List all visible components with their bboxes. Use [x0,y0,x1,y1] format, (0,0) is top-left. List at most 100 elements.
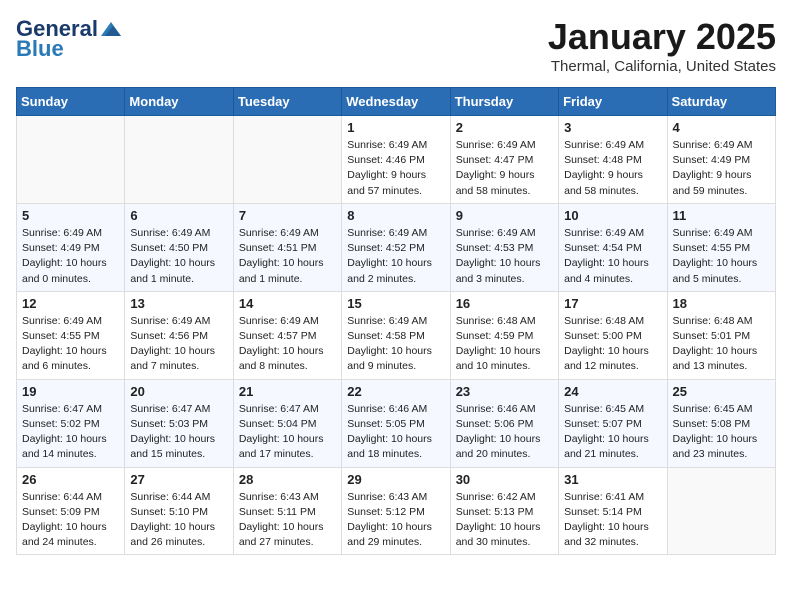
day-info: Sunrise: 6:48 AMSunset: 5:01 PMDaylight:… [673,314,770,375]
weekday-header-thursday: Thursday [450,88,558,116]
calendar-cell: 27 Sunrise: 6:44 AMSunset: 5:10 PMDayligh… [125,467,233,555]
calendar-cell: 17 Sunrise: 6:48 AMSunset: 5:00 PMDayligh… [559,291,667,379]
day-info: Sunrise: 6:46 AMSunset: 5:06 PMDaylight:… [456,402,553,463]
day-info: Sunrise: 6:49 AMSunset: 4:57 PMDaylight:… [239,314,336,375]
location: Thermal, California, United States [548,58,776,75]
calendar-cell: 28 Sunrise: 6:43 AMSunset: 5:11 PMDayligh… [233,467,341,555]
calendar-cell: 2 Sunrise: 6:49 AMSunset: 4:47 PMDaylight… [450,116,558,204]
calendar-cell: 3 Sunrise: 6:49 AMSunset: 4:48 PMDaylight… [559,116,667,204]
calendar-cell: 1 Sunrise: 6:49 AMSunset: 4:46 PMDaylight… [342,116,450,204]
day-number: 13 [130,296,227,311]
month-title: January 2025 [548,16,776,58]
calendar-week-row: 5Sunrise: 6:49 AMSunset: 4:49 PMDaylight… [17,203,776,291]
calendar-cell: 5Sunrise: 6:49 AMSunset: 4:49 PMDaylight… [17,203,125,291]
day-info: Sunrise: 6:48 AMSunset: 5:00 PMDaylight:… [564,314,661,375]
day-number: 18 [673,296,770,311]
day-number: 25 [673,384,770,399]
day-info: Sunrise: 6:47 AMSunset: 5:02 PMDaylight:… [22,402,119,463]
day-number: 4 [673,120,770,135]
day-info: Sunrise: 6:49 AMSunset: 4:48 PMDaylight:… [564,138,661,199]
calendar-cell: 31 Sunrise: 6:41 AMSunset: 5:14 PMDayligh… [559,467,667,555]
calendar-cell: 30Sunrise: 6:42 AMSunset: 5:13 PMDayligh… [450,467,558,555]
day-number: 6 [130,208,227,223]
day-info: Sunrise: 6:49 AMSunset: 4:55 PMDaylight:… [22,314,119,375]
day-number: 31 [564,472,661,487]
day-info: Sunrise: 6:48 AMSunset: 4:59 PMDaylight:… [456,314,553,375]
day-number: 12 [22,296,119,311]
day-number: 16 [456,296,553,311]
day-number: 5 [22,208,119,223]
day-number: 20 [130,384,227,399]
calendar-table: SundayMondayTuesdayWednesdayThursdayFrid… [16,87,776,555]
logo: General Blue [16,16,121,62]
calendar-cell: 26Sunrise: 6:44 AMSunset: 5:09 PMDayligh… [17,467,125,555]
day-number: 23 [456,384,553,399]
weekday-header-monday: Monday [125,88,233,116]
calendar-week-row: 19 Sunrise: 6:47 AMSunset: 5:02 PMDayligh… [17,379,776,467]
calendar-cell: 12 Sunrise: 6:49 AMSunset: 4:55 PMDayligh… [17,291,125,379]
day-info: Sunrise: 6:49 AMSunset: 4:53 PMDaylight:… [456,226,553,287]
day-number: 29 [347,472,444,487]
day-number: 27 [130,472,227,487]
day-info: Sunrise: 6:49 AMSunset: 4:49 PMDaylight:… [673,138,770,199]
calendar-cell: 20 Sunrise: 6:47 AMSunset: 5:03 PMDayligh… [125,379,233,467]
day-number: 17 [564,296,661,311]
day-info: Sunrise: 6:49 AMSunset: 4:55 PMDaylight:… [673,226,770,287]
calendar-cell: 22Sunrise: 6:46 AMSunset: 5:05 PMDayligh… [342,379,450,467]
day-info: Sunrise: 6:47 AMSunset: 5:03 PMDaylight:… [130,402,227,463]
day-info: Sunrise: 6:43 AMSunset: 5:12 PMDaylight:… [347,490,444,551]
day-number: 2 [456,120,553,135]
calendar-cell: 7 Sunrise: 6:49 AMSunset: 4:51 PMDaylight… [233,203,341,291]
day-number: 14 [239,296,336,311]
calendar-week-row: 1 Sunrise: 6:49 AMSunset: 4:46 PMDaylight… [17,116,776,204]
weekday-header-tuesday: Tuesday [233,88,341,116]
weekday-header-sunday: Sunday [17,88,125,116]
weekday-header-saturday: Saturday [667,88,775,116]
day-number: 9 [456,208,553,223]
calendar-cell: 21 Sunrise: 6:47 AMSunset: 5:04 PMDayligh… [233,379,341,467]
day-info: Sunrise: 6:49 AMSunset: 4:47 PMDaylight:… [456,138,553,199]
day-info: Sunrise: 6:49 AMSunset: 4:51 PMDaylight:… [239,226,336,287]
day-number: 1 [347,120,444,135]
weekday-header-wednesday: Wednesday [342,88,450,116]
day-info: Sunrise: 6:47 AMSunset: 5:04 PMDaylight:… [239,402,336,463]
day-number: 10 [564,208,661,223]
calendar-cell: 15Sunrise: 6:49 AMSunset: 4:58 PMDayligh… [342,291,450,379]
day-info: Sunrise: 6:49 AMSunset: 4:50 PMDaylight:… [130,226,227,287]
day-number: 21 [239,384,336,399]
calendar-cell: 9 Sunrise: 6:49 AMSunset: 4:53 PMDaylight… [450,203,558,291]
day-info: Sunrise: 6:44 AMSunset: 5:10 PMDaylight:… [130,490,227,551]
calendar-cell: 6 Sunrise: 6:49 AMSunset: 4:50 PMDaylight… [125,203,233,291]
calendar-cell [667,467,775,555]
logo-blue: Blue [16,36,64,62]
calendar-cell: 23 Sunrise: 6:46 AMSunset: 5:06 PMDayligh… [450,379,558,467]
calendar-cell: 18 Sunrise: 6:48 AMSunset: 5:01 PMDayligh… [667,291,775,379]
day-number: 3 [564,120,661,135]
weekday-header-friday: Friday [559,88,667,116]
calendar-cell: 24 Sunrise: 6:45 AMSunset: 5:07 PMDayligh… [559,379,667,467]
day-info: Sunrise: 6:49 AMSunset: 4:58 PMDaylight:… [347,314,444,375]
day-number: 26 [22,472,119,487]
calendar-cell: 10Sunrise: 6:49 AMSunset: 4:54 PMDayligh… [559,203,667,291]
day-number: 28 [239,472,336,487]
day-info: Sunrise: 6:46 AMSunset: 5:05 PMDaylight:… [347,402,444,463]
calendar-cell [125,116,233,204]
day-number: 24 [564,384,661,399]
calendar-cell: 16 Sunrise: 6:48 AMSunset: 4:59 PMDayligh… [450,291,558,379]
calendar-cell: 11Sunrise: 6:49 AMSunset: 4:55 PMDayligh… [667,203,775,291]
calendar-cell [233,116,341,204]
calendar-cell: 14 Sunrise: 6:49 AMSunset: 4:57 PMDayligh… [233,291,341,379]
day-info: Sunrise: 6:45 AMSunset: 5:07 PMDaylight:… [564,402,661,463]
day-info: Sunrise: 6:43 AMSunset: 5:11 PMDaylight:… [239,490,336,551]
day-info: Sunrise: 6:45 AMSunset: 5:08 PMDaylight:… [673,402,770,463]
day-number: 19 [22,384,119,399]
day-info: Sunrise: 6:49 AMSunset: 4:46 PMDaylight:… [347,138,444,199]
day-number: 7 [239,208,336,223]
day-info: Sunrise: 6:41 AMSunset: 5:14 PMDaylight:… [564,490,661,551]
calendar-cell: 25 Sunrise: 6:45 AMSunset: 5:08 PMDayligh… [667,379,775,467]
day-number: 8 [347,208,444,223]
day-number: 30 [456,472,553,487]
weekday-header-row: SundayMondayTuesdayWednesdayThursdayFrid… [17,88,776,116]
calendar-cell: 19 Sunrise: 6:47 AMSunset: 5:02 PMDayligh… [17,379,125,467]
logo-icon [99,20,121,38]
